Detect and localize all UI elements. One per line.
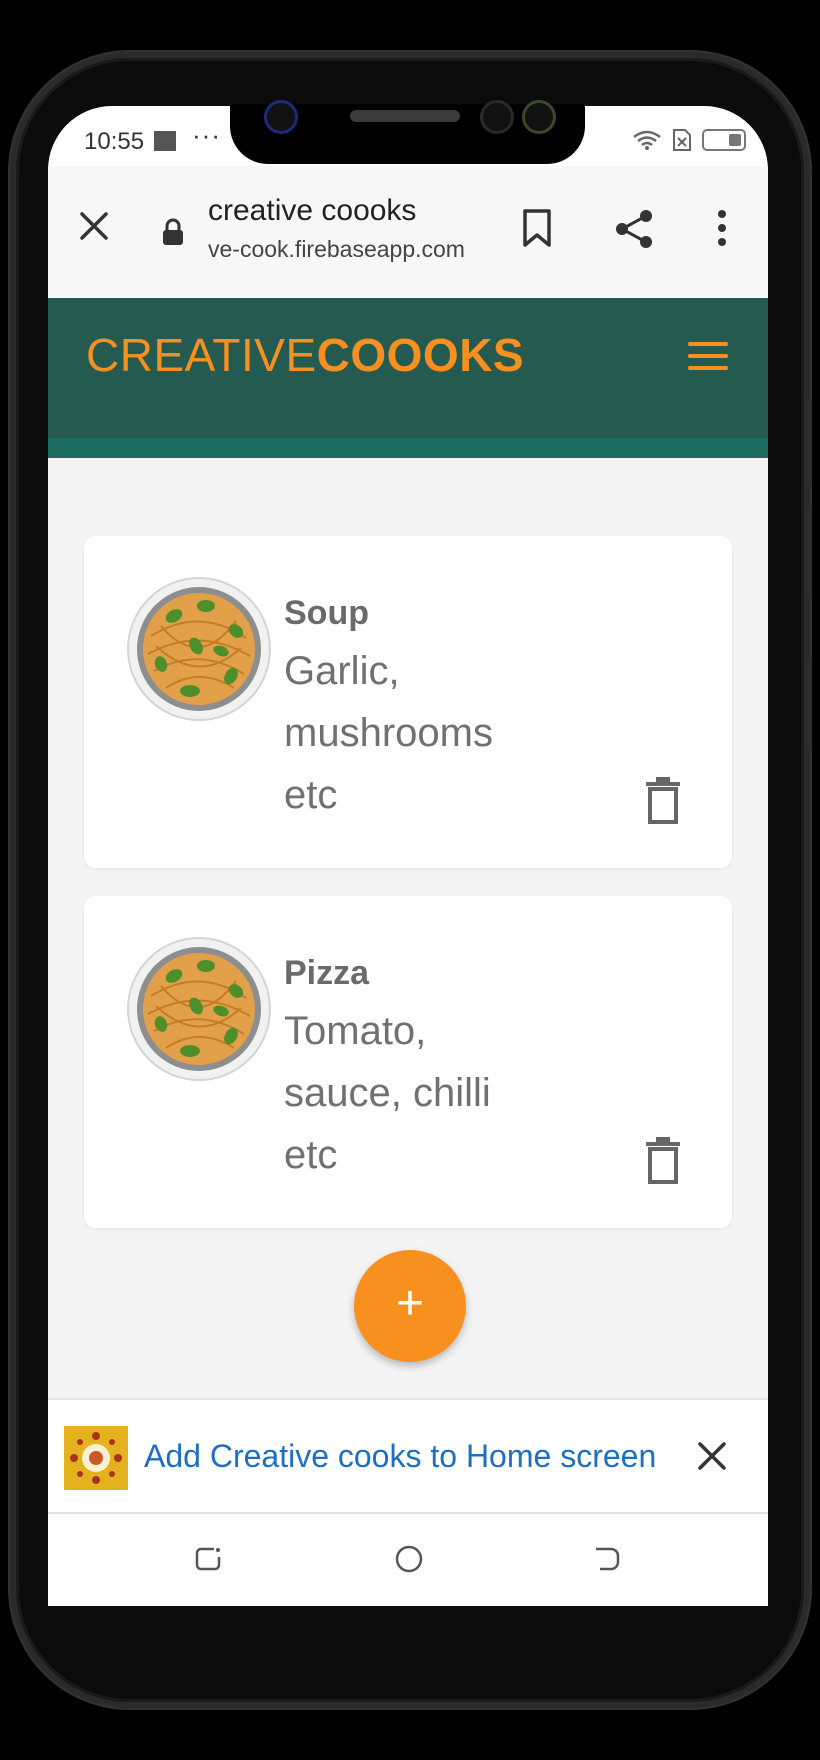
app-icon xyxy=(64,1426,128,1490)
proximity-sensor xyxy=(480,100,514,134)
wifi-icon xyxy=(633,130,661,150)
system-navigation-bar xyxy=(48,1514,768,1606)
close-banner-icon[interactable] xyxy=(696,1440,728,1472)
volume-up-button xyxy=(806,398,812,488)
home-icon[interactable] xyxy=(394,1544,424,1574)
volume-down-button xyxy=(806,508,812,598)
trash-icon[interactable] xyxy=(644,776,682,824)
recipe-card: Soup Garlic, mushrooms etc xyxy=(84,536,732,868)
recipe-title: Pizza xyxy=(284,954,370,992)
pasta-bowl-icon xyxy=(127,577,271,721)
earpiece-speaker xyxy=(350,110,460,122)
recents-icon[interactable] xyxy=(194,1544,224,1574)
lock-icon xyxy=(163,218,183,245)
recipe-description: Tomato, sauce, chilli etc xyxy=(284,1009,491,1177)
camera-notch xyxy=(230,100,585,164)
recipe-card: Pizza Tomato, sauce, chilli etc xyxy=(84,896,732,1228)
header-accent-strip xyxy=(48,438,768,458)
recipe-description: Garlic, mushrooms etc xyxy=(284,649,493,817)
power-button xyxy=(806,658,812,748)
status-icons xyxy=(632,128,746,152)
app-logo[interactable]: CREATIVECOOOKS xyxy=(86,328,524,382)
trash-icon[interactable] xyxy=(644,1136,682,1184)
page-title: creative coooks xyxy=(208,194,417,227)
overflow-menu-icon[interactable] xyxy=(716,208,728,248)
notification-square-icon xyxy=(154,131,176,151)
status-time: 10:55 xyxy=(84,128,145,155)
add-to-home-text[interactable]: Add Creative cooks to Home screen xyxy=(144,1438,656,1475)
add-to-home-banner[interactable]: Add Creative cooks to Home screen xyxy=(48,1398,768,1516)
recipe-title: Soup xyxy=(284,594,369,632)
more-notifications-icon: ··· xyxy=(192,120,221,150)
close-tab-icon[interactable] xyxy=(74,206,114,246)
screen: 10:55 ··· creative coooks ve-cook.fireba… xyxy=(48,106,768,1606)
front-camera xyxy=(264,100,298,134)
back-icon[interactable] xyxy=(592,1544,622,1574)
no-sim-icon xyxy=(673,129,691,151)
page-url[interactable]: ve-cook.firebaseapp.com xyxy=(208,236,465,263)
bookmark-icon[interactable] xyxy=(520,208,554,248)
logo-bold-text: COOOKS xyxy=(316,329,525,381)
logo-light-text: CREATIVE xyxy=(86,329,317,381)
hamburger-menu-icon[interactable] xyxy=(688,342,728,378)
battery-icon xyxy=(702,129,746,151)
add-recipe-button[interactable]: + xyxy=(354,1250,466,1362)
share-icon[interactable] xyxy=(614,208,656,250)
browser-toolbar: creative coooks ve-cook.firebaseapp.com xyxy=(48,166,768,299)
pasta-bowl-icon xyxy=(127,937,271,1081)
app-header: CREATIVECOOOKS xyxy=(48,298,768,438)
light-sensor xyxy=(522,100,556,134)
